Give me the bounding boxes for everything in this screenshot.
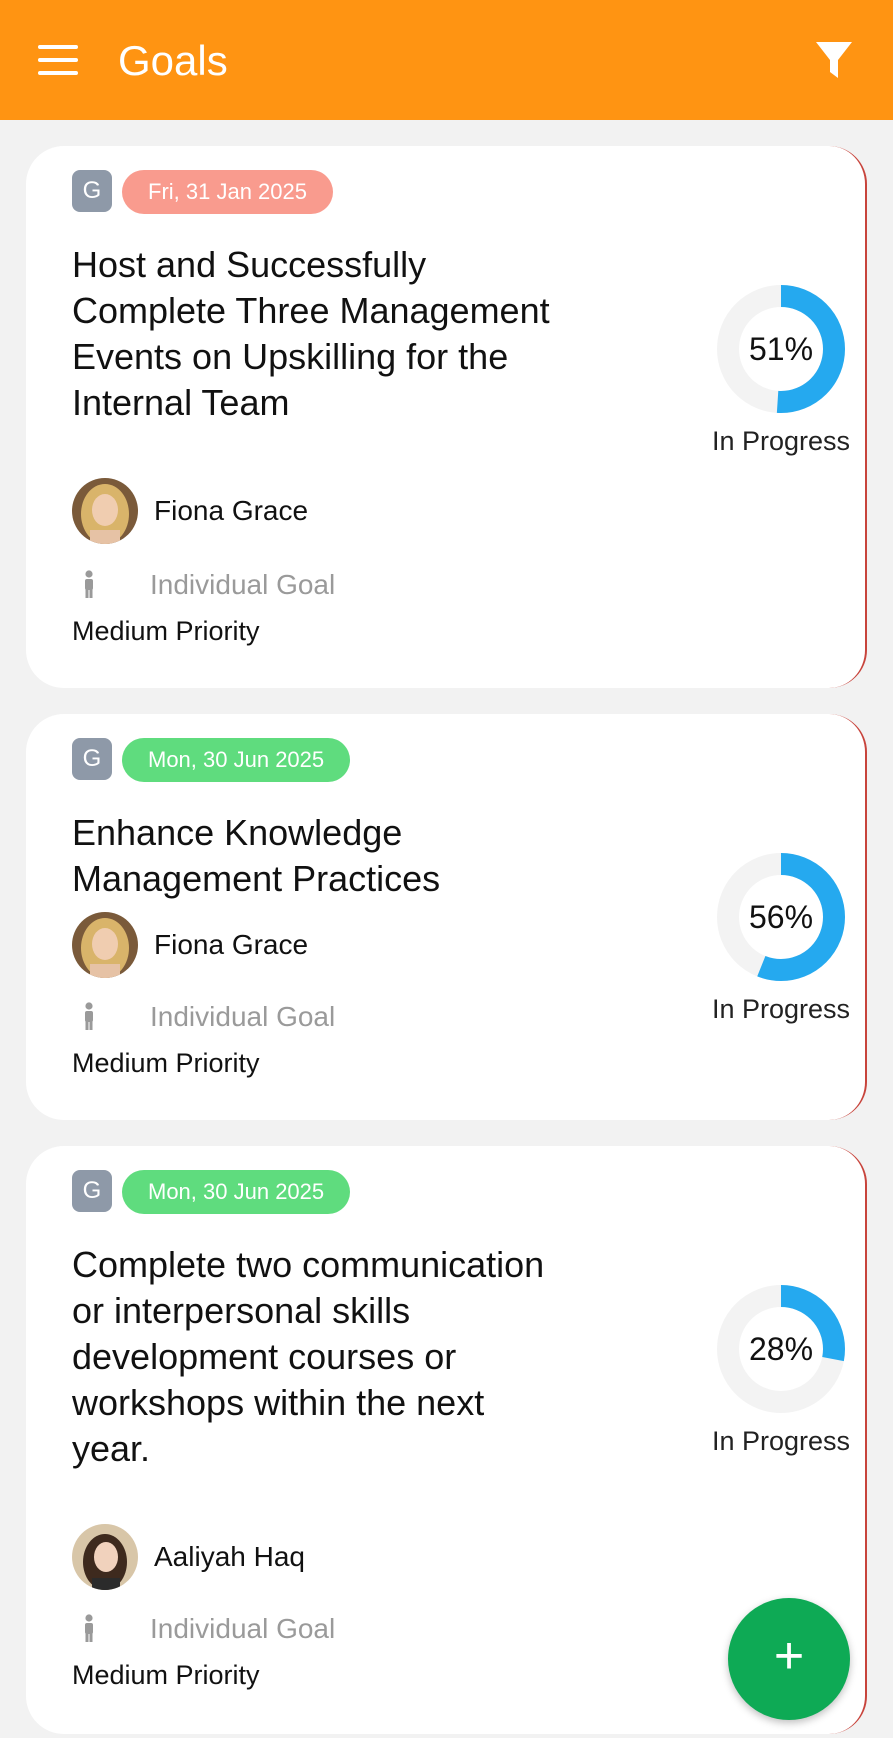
hamburger-menu-icon[interactable] [38,45,78,75]
page-title: Goals [118,37,228,84]
status-label: In Progress [711,994,851,1024]
priority-label: Medium Priority [72,616,260,646]
person-icon [85,1002,93,1030]
status-label: In Progress [711,1426,851,1456]
filter-funnel-icon[interactable] [815,40,853,80]
status-label: In Progress [711,426,851,456]
goal-type-label: Individual Goal [150,1001,336,1032]
person-icon [85,570,93,598]
due-date-pill: Fri, 31 Jan 2025 [122,170,333,214]
app-bar: Goals [0,0,893,120]
goal-title: Enhance Knowledge Management Practices [72,812,441,899]
add-goal-button[interactable]: + [728,1598,850,1720]
goal-title: Host and Successfully Complete Three Man… [72,244,550,423]
avatar [72,912,138,978]
progress-percent: 51% [748,331,814,367]
owner-name: Aaliyah Haq [154,1541,305,1572]
plus-icon: + [773,1627,805,1685]
goal-category-badge: G [72,170,112,212]
goal-type-label: Individual Goal [150,1613,336,1644]
avatar [72,1524,138,1590]
goal-category-badge: G [72,738,112,780]
goal-category-badge: G [72,1170,112,1212]
person-icon [85,1614,93,1642]
progress-indicator: 56% In Progress [686,852,876,1042]
progress-indicator: 51% In Progress [686,284,876,474]
avatar [72,478,138,544]
goal-card[interactable]: G Mon, 30 Jun 2025 Enhance Knowledge Man… [26,714,867,1120]
priority-label: Medium Priority [72,1048,260,1078]
priority-label: Medium Priority [72,1660,260,1690]
progress-percent: 28% [748,1331,814,1367]
progress-indicator: 28% In Progress [686,1284,876,1474]
due-date-pill: Mon, 30 Jun 2025 [122,1170,351,1214]
owner-name: Fiona Grace [154,929,309,960]
goal-card[interactable]: G Fri, 31 Jan 2025 Host and Successfully… [26,146,867,688]
owner-name: Fiona Grace [154,495,309,526]
progress-percent: 56% [748,899,814,935]
goal-title: Complete two communication or interperso… [72,1244,545,1469]
due-date-pill: Mon, 30 Jun 2025 [122,738,351,782]
goal-type-label: Individual Goal [150,569,336,600]
